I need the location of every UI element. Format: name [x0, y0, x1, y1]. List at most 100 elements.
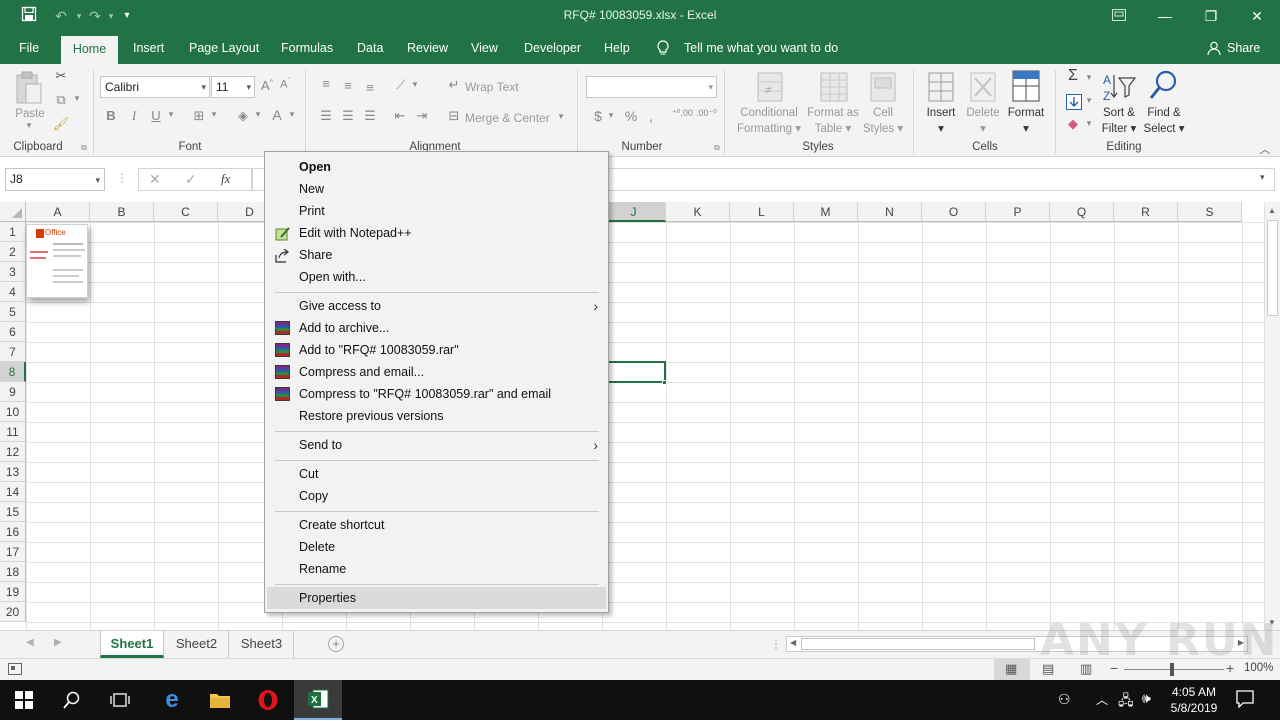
fill-dropdown-icon[interactable]: ▾ — [1084, 95, 1094, 106]
column-header-j[interactable]: J — [602, 202, 666, 222]
column-header-o[interactable]: O — [922, 202, 986, 222]
clipboard-launcher-icon[interactable]: ⧉ — [79, 143, 89, 153]
column-header-b[interactable]: B — [90, 202, 154, 222]
decrease-decimal-icon[interactable]: .00⁻⁰ — [696, 108, 717, 119]
comma-style-icon[interactable]: , — [644, 108, 658, 124]
column-header-q[interactable]: Q — [1050, 202, 1114, 222]
merge-center-icon[interactable]: ⊟ — [446, 108, 462, 124]
scroll-left-icon[interactable]: ◀ — [790, 638, 796, 647]
column-header-s[interactable]: S — [1178, 202, 1242, 222]
wrap-text-button[interactable]: Wrap Text — [465, 80, 519, 94]
percent-icon[interactable]: % — [622, 108, 640, 124]
task-view-icon[interactable] — [96, 680, 144, 720]
tab-split-icon[interactable]: ⋮ — [770, 637, 782, 651]
delete-cells-button[interactable]: Delete ▾ — [960, 105, 1006, 137]
align-top-icon[interactable]: ≡ — [318, 76, 334, 91]
normal-view-button[interactable]: ▦ — [994, 659, 1030, 680]
row-header-13[interactable]: 13 — [0, 462, 26, 482]
fill-down-icon[interactable] — [1066, 94, 1082, 113]
autosum-dropdown-icon[interactable]: ▾ — [1084, 72, 1094, 83]
row-header-12[interactable]: 12 — [0, 442, 26, 462]
column-header-m[interactable]: M — [794, 202, 858, 222]
menu-item-add-archive[interactable]: Add to archive... — [267, 317, 606, 339]
tab-view[interactable]: View — [461, 32, 508, 64]
copy-icon[interactable]: ⧉ — [52, 92, 70, 108]
menu-item-send-to[interactable]: Send to › — [267, 434, 606, 456]
number-launcher-icon[interactable]: ⧉ — [712, 143, 722, 153]
italic-icon[interactable]: I — [127, 108, 141, 124]
enter-icon[interactable]: ✓ — [185, 171, 197, 188]
vertical-scrollbar[interactable]: ▲ ▼ — [1264, 202, 1280, 630]
number-format-box[interactable]: ▾ — [586, 76, 717, 98]
scroll-thumb[interactable] — [801, 638, 1035, 650]
row-header-5[interactable]: 5 — [0, 302, 26, 322]
column-header-p[interactable]: P — [986, 202, 1050, 222]
next-sheet-icon[interactable]: ▶ — [54, 637, 62, 648]
font-color-dropdown-icon[interactable]: ▾ — [287, 109, 297, 120]
merge-center-button[interactable]: Merge & Center — [465, 111, 550, 125]
copy-dropdown-icon[interactable]: ▾ — [72, 93, 82, 104]
row-header-17[interactable]: 17 — [0, 542, 26, 562]
row-header-16[interactable]: 16 — [0, 522, 26, 542]
sort-filter-button[interactable]: Sort & Filter ▾ — [1096, 105, 1142, 137]
column-header-l[interactable]: L — [730, 202, 794, 222]
paste-icon[interactable] — [14, 70, 44, 110]
macro-record-icon[interactable] — [8, 663, 22, 678]
align-right-icon[interactable]: ☰ — [362, 108, 378, 124]
minimize-button[interactable]: — — [1142, 0, 1188, 32]
cell-styles-button[interactable]: Cell Styles ▾ — [858, 105, 908, 137]
align-center-icon[interactable]: ☰ — [340, 108, 356, 124]
tab-insert[interactable]: Insert — [123, 32, 174, 64]
close-button[interactable]: ✕ — [1234, 0, 1280, 32]
insert-cells-icon[interactable] — [928, 72, 954, 105]
row-header-11[interactable]: 11 — [0, 422, 26, 442]
volume-icon[interactable]: 🕪 — [1142, 690, 1151, 707]
row-header-3[interactable]: 3 — [0, 262, 26, 282]
menu-item-compress-rar-email[interactable]: Compress to "RFQ# 10083059.rar" and emai… — [267, 383, 606, 405]
file-explorer-icon[interactable] — [196, 680, 244, 720]
align-middle-icon[interactable]: ≡ — [340, 78, 356, 93]
underline-icon[interactable]: U — [149, 108, 163, 123]
menu-item-edit-notepad[interactable]: Edit with Notepad++ — [267, 222, 606, 244]
wrap-text-icon[interactable]: ↵ — [446, 77, 462, 93]
row-header-1[interactable]: 1 — [0, 222, 26, 242]
shrink-font-icon[interactable]: Aˇ — [277, 78, 293, 91]
row-header-6[interactable]: 6 — [0, 322, 26, 342]
orientation-icon[interactable]: ⟋ — [392, 77, 410, 93]
tab-page-layout[interactable]: Page Layout — [179, 32, 269, 64]
menu-item-restore-versions[interactable]: Restore previous versions — [267, 405, 606, 427]
fill-dropdown-icon[interactable]: ▾ — [253, 109, 263, 120]
column-header-k[interactable]: K — [666, 202, 730, 222]
row-header-9[interactable]: 9 — [0, 382, 26, 402]
row-header-18[interactable]: 18 — [0, 562, 26, 582]
select-all-corner[interactable] — [0, 202, 26, 222]
currency-dropdown-icon[interactable]: ▾ — [606, 110, 616, 121]
insert-function-icon[interactable]: fx — [221, 171, 230, 187]
font-color-icon[interactable]: A — [268, 107, 286, 123]
align-bottom-icon[interactable]: ≡ — [362, 80, 378, 95]
clock[interactable]: 4:05 AM 5/8/2019 — [1164, 684, 1224, 716]
embedded-document-thumbnail[interactable]: Office — [26, 224, 88, 298]
scroll-up-icon[interactable]: ▲ — [1268, 206, 1276, 215]
fill-color-icon[interactable]: ◈ — [234, 108, 252, 124]
font-name-box[interactable]: Calibri ▾ — [100, 76, 210, 98]
orientation-dropdown-icon[interactable]: ▾ — [410, 79, 420, 90]
sheet-tab[interactable]: Sheet2 — [165, 631, 229, 658]
delete-cells-icon[interactable] — [970, 72, 996, 105]
currency-icon[interactable]: $ — [590, 108, 606, 124]
menu-item-copy[interactable]: Copy — [267, 485, 606, 507]
merge-dropdown-icon[interactable]: ▾ — [556, 111, 566, 122]
sort-filter-icon[interactable]: AZ — [1102, 72, 1137, 107]
chevron-up-icon[interactable]: ︿ — [1096, 691, 1108, 708]
format-cells-icon[interactable] — [1012, 70, 1040, 105]
grow-font-icon[interactable]: A^ — [259, 78, 275, 93]
tab-home[interactable]: Home — [61, 36, 118, 64]
menu-item-add-rar[interactable]: Add to "RFQ# 10083059.rar" — [267, 339, 606, 361]
tab-formulas[interactable]: Formulas — [271, 32, 343, 64]
menu-item-give-access[interactable]: Give access to › — [267, 295, 606, 317]
add-sheet-icon[interactable]: + — [328, 636, 344, 652]
menu-item-properties[interactable]: Properties — [267, 587, 606, 609]
format-painter-icon[interactable]: 🖌 — [52, 116, 70, 132]
menu-item-cut[interactable]: Cut — [267, 463, 606, 485]
cancel-icon[interactable]: ✕ — [149, 171, 161, 188]
